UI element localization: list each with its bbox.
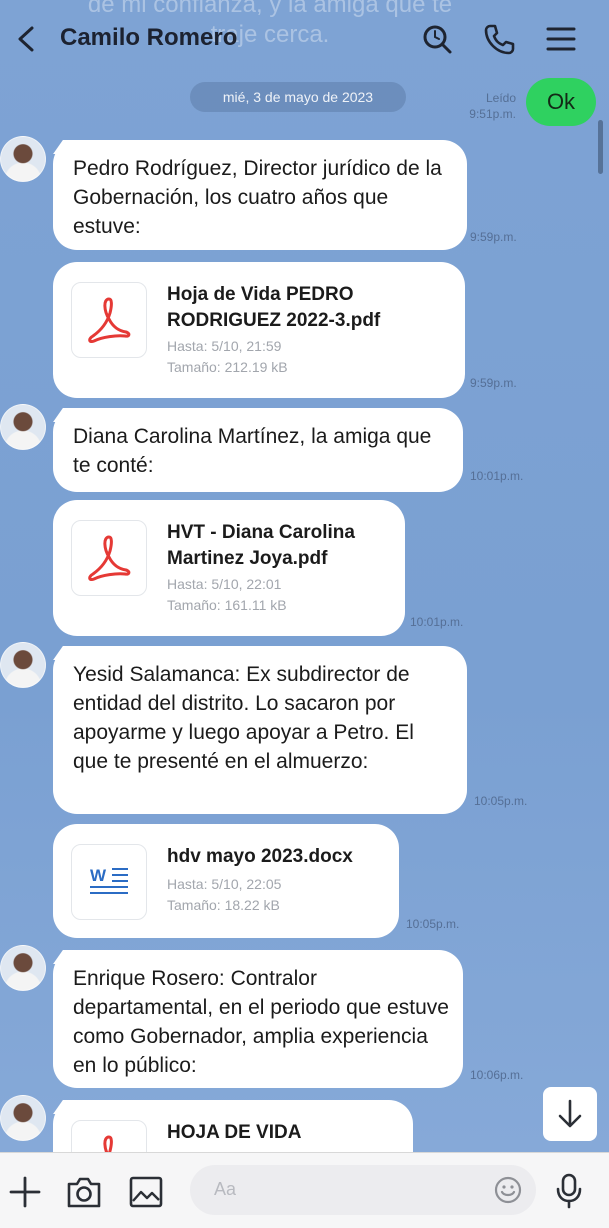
message-composer: Aa [0, 1152, 609, 1228]
avatar[interactable] [0, 136, 46, 182]
message-text: Yesid Salamanca: Ex subdirector de entid… [73, 663, 414, 773]
phone-icon[interactable] [482, 22, 516, 56]
emoji-icon[interactable] [493, 1175, 523, 1205]
back-icon[interactable] [10, 22, 44, 56]
file-attachment-bubble[interactable]: HOJA DE VIDA [53, 1100, 413, 1152]
message-bubble[interactable]: Yesid Salamanca: Ex subdirector de entid… [53, 646, 467, 814]
file-name: hdv mayo 2023.docx [167, 846, 353, 867]
message-time: 10:05p.m. [474, 794, 528, 808]
camera-icon[interactable] [66, 1175, 102, 1209]
read-receipt: Leído [485, 91, 516, 105]
file-thumbnail [71, 282, 147, 358]
pdf-icon [103, 1135, 113, 1152]
message-text: Diana Carolina Martínez, la amiga que te… [73, 425, 432, 477]
message-bubble[interactable]: Enrique Rosero: Contralor departamental,… [53, 950, 463, 1088]
file-expiry: Hasta: 5/10, 22:01 [167, 576, 282, 592]
file-name: HOJA DE VIDA [167, 1122, 302, 1143]
file-thumbnail [71, 1120, 147, 1152]
image-gallery-icon[interactable] [128, 1175, 164, 1209]
message-bubble[interactable]: Diana Carolina Martínez, la amiga que te… [53, 408, 463, 492]
avatar[interactable] [0, 642, 46, 688]
file-size: Tamaño: 18.22 kB [167, 897, 280, 913]
file-name: HVT - Diana Carolina Martinez Joya.pdf [167, 522, 355, 569]
scroll-to-bottom-button[interactable] [543, 1087, 597, 1141]
avatar[interactable] [0, 404, 46, 450]
message-text: Pedro Rodríguez, Director jurídico de la… [73, 157, 442, 238]
pdf-icon [88, 535, 131, 581]
pdf-icon [88, 297, 131, 343]
scrollbar-thumb[interactable] [598, 120, 603, 174]
chat-header: de mi confianza, y la amiga que te traje… [0, 0, 609, 78]
outgoing-message-bubble[interactable]: Ok [526, 78, 596, 126]
message-text: Enrique Rosero: Contralor departamental,… [73, 967, 449, 1077]
message-time: 9:59p.m. [470, 230, 517, 244]
file-size: Tamaño: 212.19 kB [167, 359, 288, 375]
file-attachment-bubble[interactable]: Hoja de Vida PEDRO RODRIGUEZ 2022-3.pdf … [53, 262, 465, 398]
file-name: Hoja de Vida PEDRO RODRIGUEZ 2022-3.pdf [167, 284, 381, 331]
file-size: Tamaño: 161.11 kB [167, 597, 287, 613]
arrow-down-icon [558, 1099, 582, 1128]
file-thumbnail [71, 520, 147, 596]
chat-area: de mi confianza, y la amiga que te traje… [0, 0, 609, 1152]
message-input-placeholder: Aa [214, 1179, 237, 1199]
avatar[interactable] [0, 945, 46, 991]
menu-icon[interactable] [544, 22, 578, 56]
plus-icon[interactable] [8, 1175, 42, 1209]
message-time: 9:59p.m. [470, 376, 517, 390]
outgoing-meta: Leído 9:51p.m. [440, 90, 516, 122]
file-thumbnail: W [71, 844, 147, 920]
file-expiry: Hasta: 5/10, 22:05 [167, 876, 282, 892]
message-time: 10:05p.m. [406, 917, 460, 931]
file-expiry: Hasta: 5/10, 21:59 [167, 338, 282, 354]
word-doc-icon: W [90, 866, 128, 894]
microphone-icon[interactable] [554, 1173, 584, 1209]
file-attachment-bubble[interactable]: W hdv mayo 2023.docx Hasta: 5/10, 22:05 … [53, 824, 399, 938]
message-bubble[interactable]: Pedro Rodríguez, Director jurídico de la… [53, 140, 467, 250]
svg-text:W: W [90, 866, 107, 885]
avatar[interactable] [0, 1095, 46, 1141]
date-separator: mié, 3 de mayo de 2023 [190, 82, 406, 112]
message-time: 10:01p.m. [470, 469, 524, 483]
outgoing-time: 9:51p.m. [469, 107, 516, 121]
message-time: 10:06p.m. [470, 1068, 524, 1082]
message-time: 10:01p.m. [410, 615, 464, 629]
message-input[interactable]: Aa [190, 1165, 536, 1215]
contact-name[interactable]: Camilo Romero [60, 24, 237, 52]
search-icon[interactable] [420, 22, 454, 56]
file-attachment-bubble[interactable]: HVT - Diana Carolina Martinez Joya.pdf H… [53, 500, 405, 636]
